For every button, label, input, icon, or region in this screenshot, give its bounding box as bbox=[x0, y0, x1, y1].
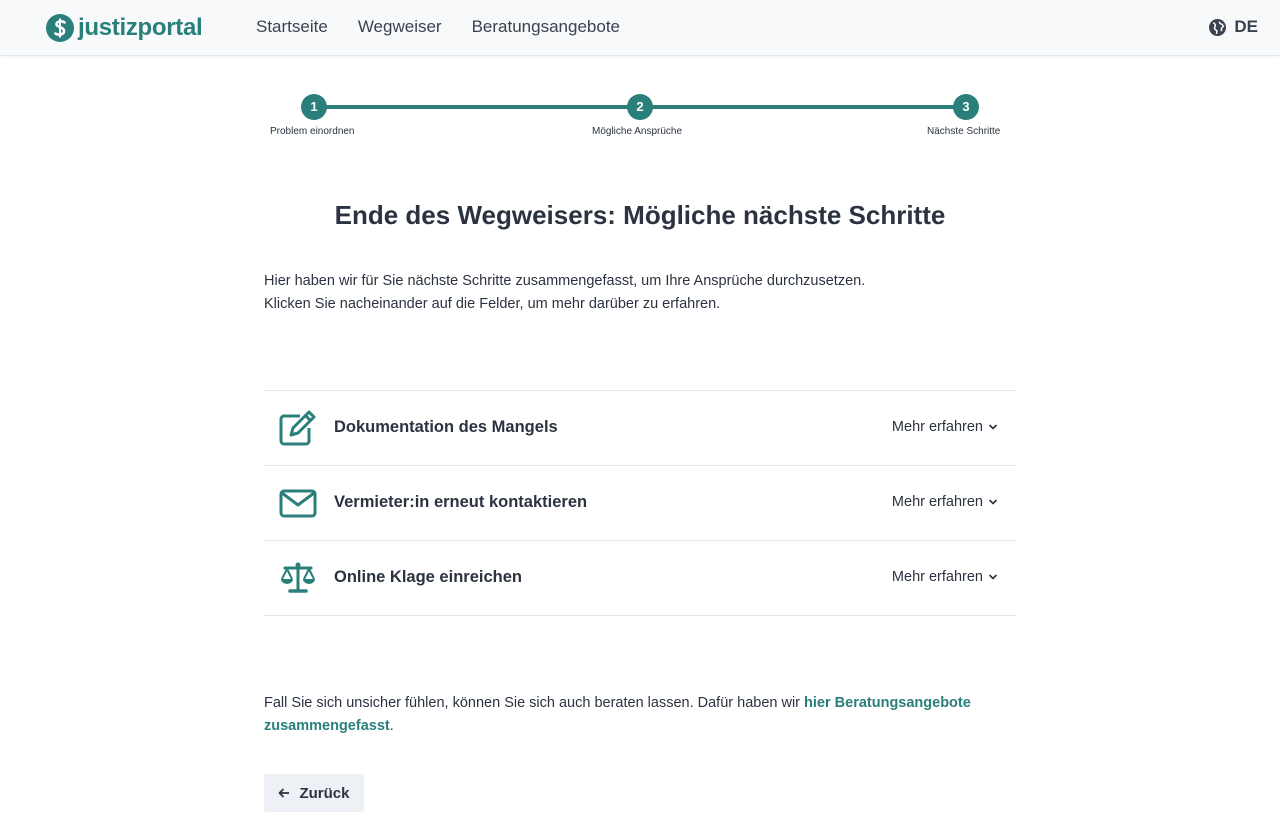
chevron-down-icon bbox=[988, 499, 998, 505]
accordion-item-dokumentation[interactable]: Dokumentation des Mangels Mehr erfahren bbox=[264, 391, 1016, 466]
step-2-label: Mögliche Ansprüche bbox=[592, 126, 683, 137]
mail-icon bbox=[279, 489, 317, 518]
accordion-title: Vermieter:in erneut kontaktieren bbox=[334, 493, 588, 511]
advice-text: Fall Sie sich unsicher fühlen, können Si… bbox=[264, 692, 1016, 737]
back-button[interactable]: Zurück bbox=[264, 774, 364, 812]
advice-end: . bbox=[389, 717, 394, 734]
step-3-circle: 3 bbox=[953, 94, 979, 120]
language-switcher[interactable]: DE bbox=[1209, 17, 1258, 37]
page-title: Ende des Wegweisers: Mögliche nächste Sc… bbox=[334, 200, 946, 230]
intro-text: Hier haben wir für Sie nächste Schritte … bbox=[264, 270, 1016, 315]
edit-icon bbox=[279, 410, 316, 446]
logo-text: justizportal bbox=[78, 14, 203, 41]
more-link[interactable]: Mehr erfahren bbox=[892, 569, 998, 585]
logo-icon bbox=[46, 14, 74, 42]
scale-icon bbox=[281, 562, 315, 593]
progress-stepper: 1 2 3 Problem einordnen Mögliche Ansprüc… bbox=[264, 94, 1016, 144]
chevron-down-icon bbox=[988, 424, 998, 430]
intro-line-2: Klicken Sie nacheinander auf die Felder,… bbox=[264, 295, 721, 312]
more-label: Mehr erfahren bbox=[891, 419, 983, 435]
step-3-label: Nächste Schritte bbox=[927, 126, 1001, 137]
globe-icon bbox=[1209, 18, 1227, 36]
more-link[interactable]: Mehr erfahren bbox=[892, 494, 998, 510]
step-connector-1 bbox=[314, 105, 640, 109]
more-link[interactable]: Mehr erfahren bbox=[892, 419, 998, 435]
advice-sentence: Fall Sie sich unsicher fühlen, können Si… bbox=[264, 695, 805, 711]
nav-wegweiser[interactable]: Wegweiser bbox=[358, 16, 442, 38]
logo[interactable]: justizportal bbox=[46, 13, 203, 43]
accordion-title: Dokumentation des Mangels bbox=[334, 418, 558, 436]
language-label: DE bbox=[1234, 17, 1258, 36]
accordion-title: Online Klage einreichen bbox=[334, 568, 522, 586]
step-1-circle: 1 bbox=[301, 94, 327, 120]
nav-beratungsangebote[interactable]: Beratungsangebote bbox=[472, 16, 620, 38]
arrow-left-icon bbox=[279, 788, 290, 798]
more-label: Mehr erfahren bbox=[891, 494, 983, 510]
site-header: justizportal Startseite Wegweiser Beratu… bbox=[0, 0, 1280, 56]
nav-startseite[interactable]: Startseite bbox=[256, 16, 328, 38]
next-steps-accordion: Dokumentation des Mangels Mehr erfahren … bbox=[264, 390, 1016, 616]
back-label: Zurück bbox=[299, 784, 350, 802]
accordion-item-klage[interactable]: Online Klage einreichen Mehr erfahren bbox=[264, 541, 1016, 616]
chevron-down-icon bbox=[988, 574, 998, 580]
accordion-item-kontaktieren[interactable]: Vermieter:in erneut kontaktieren Mehr er… bbox=[264, 466, 1016, 541]
more-label: Mehr erfahren bbox=[891, 569, 983, 585]
main-nav: Startseite Wegweiser Beratungsangebote bbox=[256, 16, 650, 38]
step-2-circle: 2 bbox=[627, 94, 653, 120]
step-connector-2 bbox=[640, 105, 966, 109]
step-1-label: Problem einordnen bbox=[270, 126, 355, 137]
intro-line-1: Hier haben wir für Sie nächste Schritte … bbox=[264, 273, 866, 289]
